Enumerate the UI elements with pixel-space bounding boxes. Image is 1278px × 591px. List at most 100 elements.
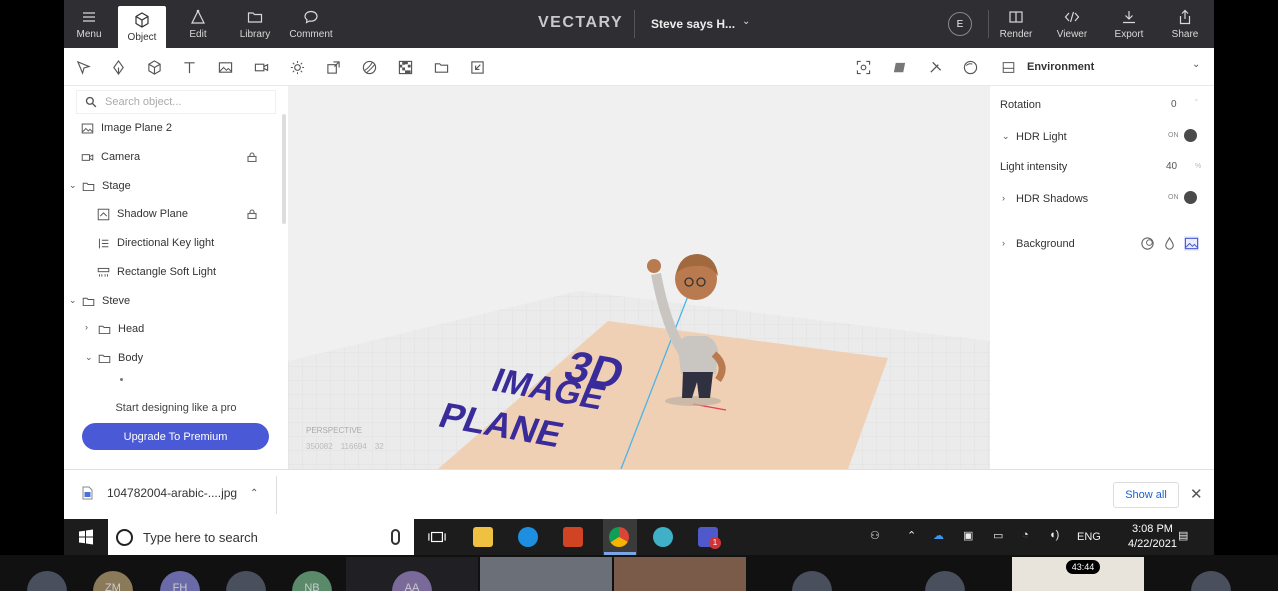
camera-tool-icon[interactable] [252,58,270,76]
search-input[interactable]: Search object... [76,90,276,114]
scrollbar[interactable] [282,114,286,224]
tree-item-body[interactable]: Body [98,348,143,368]
export-label: Export [1114,28,1144,40]
rotation-input[interactable]: 0 [1171,99,1177,110]
participant-avatar[interactable] [792,571,832,591]
shading-icon[interactable] [890,58,908,76]
show-all-button[interactable]: Show all [1113,482,1179,508]
environment-title: Environment [1027,61,1095,73]
hamburger-icon [83,11,95,22]
toggle-label: ON [1168,132,1179,139]
share-button[interactable]: Share [1160,0,1210,48]
chevron-down-icon[interactable]: ⌄ [1192,59,1200,70]
tree-item-image-plane[interactable]: Image Plane 2 [81,118,172,138]
light-tool-icon[interactable] [288,58,306,76]
render-button[interactable]: Render [991,0,1041,48]
chevron-down-icon[interactable]: ⌄ [742,16,750,27]
edit-tab[interactable]: Edit [173,0,223,48]
hdr-shadows-toggle[interactable]: ON [1168,191,1197,204]
export-button[interactable]: Export [1104,0,1154,48]
task-view-icon[interactable] [428,528,446,546]
chevron-right-icon[interactable]: › [1002,238,1005,248]
battery-icon[interactable]: ▭ [993,529,1003,542]
participant-video[interactable] [480,557,612,591]
security-icon[interactable]: ▣ [963,529,973,542]
chrome-icon[interactable] [609,527,629,547]
pen-tool-icon[interactable] [109,58,127,76]
tree-item-shadow-plane[interactable]: Shadow Plane [97,204,188,224]
wifi-icon[interactable]: ◔ [1022,529,1029,541]
sphere-view-icon[interactable] [961,58,979,76]
text-tool-icon[interactable] [180,58,198,76]
environment-panel: Rotation 0 ° ⌄ HDR Light ON Light intens… [990,86,1214,469]
viewer-button[interactable]: Viewer [1047,0,1097,48]
microphone-icon[interactable] [391,529,400,545]
select-tool-icon[interactable] [74,58,92,76]
checker-tool-icon[interactable] [396,58,414,76]
volume-icon[interactable]: ◖) [1049,529,1059,541]
library-tab[interactable]: Library [230,0,280,48]
tree-item-stage[interactable]: Stage [82,176,131,196]
3d-viewport[interactable]: 3D IMAGE PLANE PERSPECTIVE 350082 116694 [288,86,990,469]
menu-button[interactable]: Menu [64,0,114,48]
focus-icon[interactable] [854,58,872,76]
object-count: 32 [374,442,384,451]
participant-video[interactable] [614,557,746,591]
chevron-up-icon[interactable]: ⌃ [907,529,916,542]
chevron-down-icon[interactable]: ⌄ [1002,131,1010,142]
powerpoint-icon[interactable] [563,527,583,547]
upgrade-button[interactable]: Upgrade To Premium [82,423,269,450]
clock[interactable]: 3:08 PM 4/22/2021 [1128,522,1177,552]
language-indicator[interactable]: ENG [1077,531,1101,543]
tree-item-steve[interactable]: Steve [82,291,130,311]
onedrive-icon[interactable]: ☁ [933,529,944,542]
transform-tool-icon[interactable] [324,58,342,76]
color-drop-icon[interactable] [1162,236,1177,251]
chevron-right-icon[interactable]: › [1002,193,1005,203]
hdr-sphere-icon[interactable] [1140,236,1155,251]
hdr-light-toggle[interactable]: ON [1168,129,1197,142]
image-tool-icon[interactable] [216,58,234,76]
participant-avatar[interactable] [226,571,266,591]
close-icon[interactable]: ✕ [1190,485,1203,503]
import-tool-icon[interactable] [468,58,486,76]
user-avatar[interactable]: E [948,12,972,36]
toolbar: Environment ⌄ [64,48,1214,86]
comment-tab[interactable]: Comment [286,0,336,48]
app-icon[interactable] [653,527,673,547]
participant-avatar[interactable]: NB [292,571,332,591]
tree-item-rectangle-light[interactable]: Rectangle Soft Light [97,262,216,282]
light-intensity-input[interactable]: 40 [1166,161,1177,172]
chevron-down-icon[interactable]: ⌄ [85,352,93,363]
lock-icon[interactable] [247,152,257,162]
tree-item-directional-light[interactable]: Directional Key light [97,233,214,253]
taskbar-search-input[interactable]: Type here to search [108,519,414,555]
participant-avatar[interactable]: FH [160,571,200,591]
chevron-down-icon[interactable]: ⌄ [69,295,77,306]
chevron-right-icon[interactable]: › [85,322,88,332]
action-center-icon[interactable]: ▤ [1178,529,1188,542]
environment-header[interactable]: Environment ⌄ [1000,48,1214,86]
project-title[interactable]: Steve says H... [651,17,735,31]
participant-avatar[interactable] [925,571,965,591]
object-label: Object [127,31,157,43]
participant-avatar[interactable]: ZM [93,571,133,591]
participant-avatar[interactable] [1191,571,1231,591]
chevron-up-icon[interactable]: ⌃ [250,488,258,499]
windows-start-icon[interactable] [78,529,94,545]
cube-tool-icon[interactable] [145,58,163,76]
participant-avatar[interactable] [27,571,67,591]
download-item[interactable]: 104782004-arabic-....jpg [82,486,237,500]
background-image-icon[interactable] [1184,236,1199,251]
material-tool-icon[interactable] [360,58,378,76]
tree-item-camera[interactable]: Camera [81,147,140,167]
folder-tool-icon[interactable] [432,58,450,76]
snap-icon[interactable] [926,58,944,76]
tree-item-head[interactable]: Head [98,319,144,339]
lock-icon[interactable] [247,209,257,219]
edge-icon[interactable] [518,527,538,547]
object-tab[interactable]: Object [118,6,166,48]
people-icon[interactable]: ⚇ [870,529,880,542]
file-explorer-icon[interactable] [473,527,493,547]
chevron-down-icon[interactable]: ⌄ [69,180,77,191]
